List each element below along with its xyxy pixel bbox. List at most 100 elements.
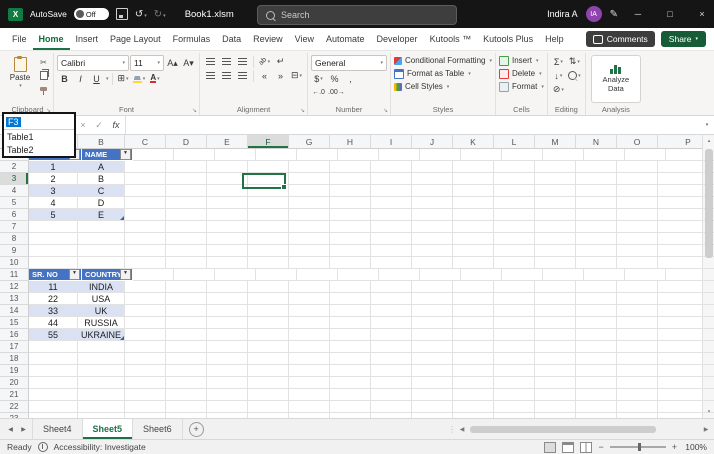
fill-button[interactable]: ↓▾ <box>551 69 566 82</box>
cell-H18[interactable] <box>330 353 371 365</box>
cell-D18[interactable] <box>166 353 207 365</box>
cell-B19[interactable] <box>78 365 125 377</box>
cell-B23[interactable] <box>78 413 125 418</box>
cell-L22[interactable] <box>494 401 535 413</box>
ribbon-tab-help[interactable]: Help <box>539 28 570 50</box>
cell-H7[interactable] <box>330 221 371 233</box>
cell-H16[interactable] <box>330 329 371 341</box>
cell-O2[interactable] <box>617 161 658 173</box>
cell-H1[interactable] <box>338 149 379 161</box>
cell-E14[interactable] <box>207 305 248 317</box>
cell-D4[interactable] <box>166 185 207 197</box>
cell-C9[interactable] <box>125 245 166 257</box>
format-painter-button[interactable] <box>37 83 50 94</box>
cell-M7[interactable] <box>535 221 576 233</box>
cell-M8[interactable] <box>535 233 576 245</box>
cell-O18[interactable] <box>617 353 658 365</box>
cell-F17[interactable] <box>248 341 289 353</box>
cell-A8[interactable] <box>29 233 78 245</box>
cell-I8[interactable] <box>371 233 412 245</box>
cell-C3[interactable] <box>125 173 166 185</box>
horizontal-scrollbar[interactable]: ◀ ▶ <box>456 425 714 434</box>
cell-F14[interactable] <box>248 305 289 317</box>
cell-M20[interactable] <box>535 377 576 389</box>
cell-M1[interactable] <box>543 149 584 161</box>
column-header-C[interactable]: C <box>125 135 166 149</box>
cell-E12[interactable] <box>207 281 248 293</box>
cell-C10[interactable] <box>125 257 166 269</box>
row-header-6[interactable]: 6 <box>0 209 29 221</box>
cell-C16[interactable] <box>125 329 166 341</box>
cell-L21[interactable] <box>494 389 535 401</box>
cell-F1[interactable] <box>256 149 297 161</box>
cell-E7[interactable] <box>207 221 248 233</box>
cell-H2[interactable] <box>330 161 371 173</box>
cell-D2[interactable] <box>166 161 207 173</box>
cell-J1[interactable] <box>420 149 461 161</box>
cell-L17[interactable] <box>494 341 535 353</box>
cell-C20[interactable] <box>125 377 166 389</box>
user-avatar[interactable]: IA <box>586 6 602 22</box>
cell-G10[interactable] <box>289 257 330 269</box>
sheet-tab-sheet6[interactable]: Sheet6 <box>133 419 183 439</box>
cell-E9[interactable] <box>207 245 248 257</box>
cell-J20[interactable] <box>412 377 453 389</box>
row-header-20[interactable]: 20 <box>0 377 29 389</box>
cell-E16[interactable] <box>207 329 248 341</box>
cell-J16[interactable] <box>412 329 453 341</box>
decrease-indent-button[interactable]: « <box>257 69 272 82</box>
cell-H21[interactable] <box>330 389 371 401</box>
zoom-in-button[interactable]: + <box>672 442 677 452</box>
cell-F16[interactable] <box>248 329 289 341</box>
row-header-23[interactable]: 23 <box>0 413 29 418</box>
conditional-formatting-button[interactable]: Conditional Formatting▾ <box>394 54 492 67</box>
cell-styles-button[interactable]: Cell Styles▾ <box>394 80 492 93</box>
clear-button[interactable]: ⊘▾ <box>551 83 566 96</box>
cell-G13[interactable] <box>289 293 330 305</box>
cell-D17[interactable] <box>166 341 207 353</box>
cell-J17[interactable] <box>412 341 453 353</box>
cell-F12[interactable] <box>248 281 289 293</box>
cell-N9[interactable] <box>576 245 617 257</box>
cell-L18[interactable] <box>494 353 535 365</box>
cell-F15[interactable] <box>248 317 289 329</box>
redo-icon[interactable]: ↻▾ <box>154 9 166 20</box>
cell-A9[interactable] <box>29 245 78 257</box>
cell-L10[interactable] <box>494 257 535 269</box>
enter-icon[interactable]: ✓ <box>91 120 107 131</box>
ribbon-tab-file[interactable]: File <box>6 28 33 50</box>
cell-D6[interactable] <box>166 209 207 221</box>
cell-B5[interactable]: D <box>78 197 125 209</box>
cell-A4[interactable]: 3 <box>29 185 78 197</box>
cell-C6[interactable] <box>125 209 166 221</box>
cell-D3[interactable] <box>166 173 207 185</box>
analyze-data-button[interactable]: Analyze Data <box>591 55 641 103</box>
cell-B9[interactable] <box>78 245 125 257</box>
cell-D1[interactable] <box>174 149 215 161</box>
autosave-toggle[interactable]: Off <box>74 8 109 20</box>
cell-H6[interactable] <box>330 209 371 221</box>
cell-L7[interactable] <box>494 221 535 233</box>
format-as-table-button[interactable]: Format as Table▾ <box>394 67 492 80</box>
font-name-select[interactable]: Calibri▾ <box>57 55 129 71</box>
cell-E10[interactable] <box>207 257 248 269</box>
cell-N6[interactable] <box>576 209 617 221</box>
row-header-19[interactable]: 19 <box>0 365 29 377</box>
cell-G11[interactable] <box>297 269 338 281</box>
cell-E19[interactable] <box>207 365 248 377</box>
accessibility-status[interactable]: Accessibility: Investigate <box>54 442 146 452</box>
cell-H14[interactable] <box>330 305 371 317</box>
zoom-out-button[interactable]: − <box>598 442 603 452</box>
cell-O4[interactable] <box>617 185 658 197</box>
tab-scroll-splitter[interactable]: ⋮ <box>448 425 456 434</box>
cell-C13[interactable] <box>125 293 166 305</box>
column-header-N[interactable]: N <box>576 135 617 149</box>
cell-C22[interactable] <box>125 401 166 413</box>
row-header-22[interactable]: 22 <box>0 401 29 413</box>
cell-O16[interactable] <box>617 329 658 341</box>
cell-I5[interactable] <box>371 197 412 209</box>
cell-O1[interactable] <box>625 149 666 161</box>
cell-K7[interactable] <box>453 221 494 233</box>
cell-F13[interactable] <box>248 293 289 305</box>
hscroll-left-arrow[interactable]: ◀ <box>456 426 468 433</box>
